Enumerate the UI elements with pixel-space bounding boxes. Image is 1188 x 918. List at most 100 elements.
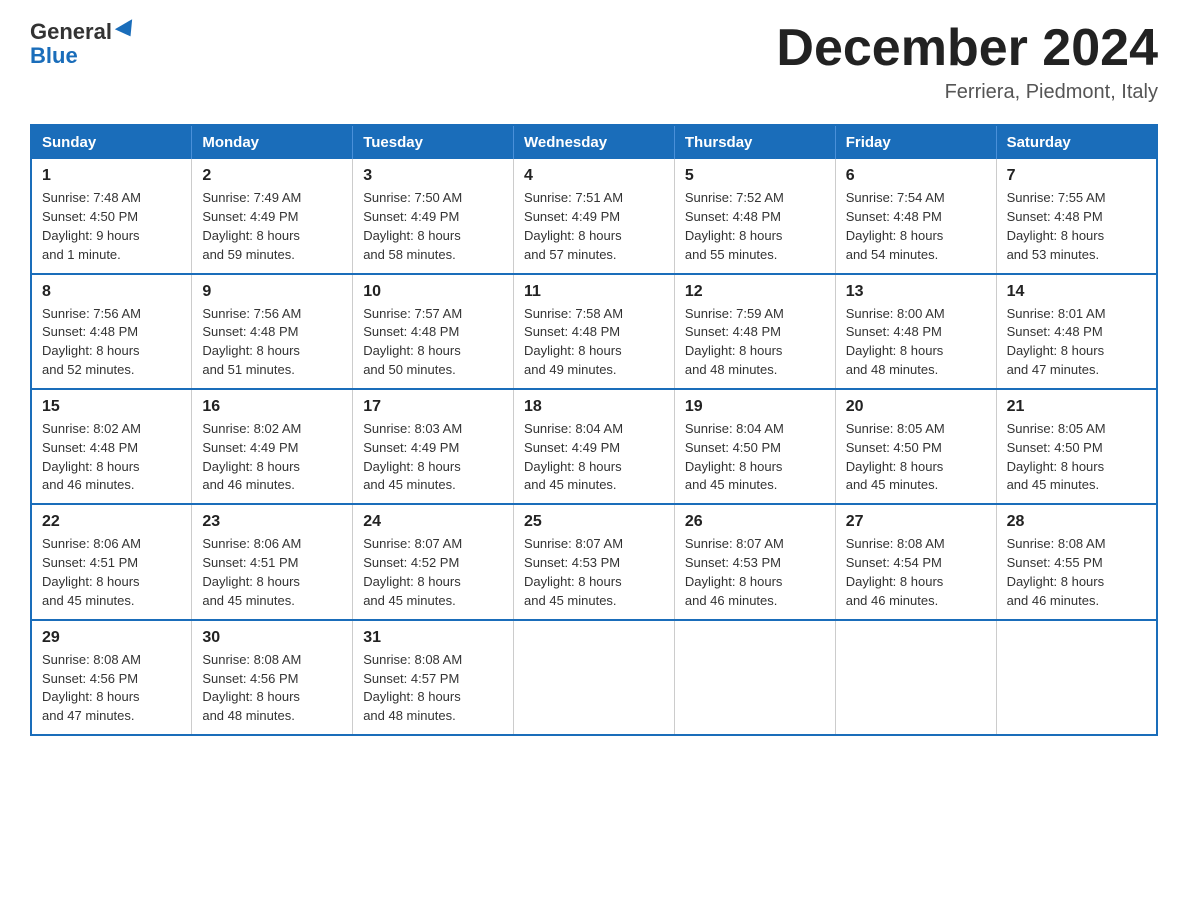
day-info: Sunrise: 8:06 AMSunset: 4:51 PMDaylight:… [202,535,342,610]
day-info: Sunrise: 7:54 AMSunset: 4:48 PMDaylight:… [846,189,986,264]
day-info: Sunrise: 8:06 AMSunset: 4:51 PMDaylight:… [42,535,181,610]
page-header: General Blue December 2024 Ferriera, Pie… [30,20,1158,104]
day-number: 2 [202,167,342,185]
day-info: Sunrise: 7:59 AMSunset: 4:48 PMDaylight:… [685,305,825,380]
day-number: 28 [1007,513,1146,531]
day-number: 1 [42,167,181,185]
day-number: 30 [202,629,342,647]
calendar-day-cell: 14 Sunrise: 8:01 AMSunset: 4:48 PMDayligh… [996,274,1157,389]
day-number: 24 [363,513,503,531]
day-info: Sunrise: 8:01 AMSunset: 4:48 PMDaylight:… [1007,305,1146,380]
day-number: 22 [42,513,181,531]
day-info: Sunrise: 8:08 AMSunset: 4:55 PMDaylight:… [1007,535,1146,610]
day-number: 11 [524,283,664,301]
day-info: Sunrise: 8:07 AMSunset: 4:53 PMDaylight:… [524,535,664,610]
calendar-week-row: 22 Sunrise: 8:06 AMSunset: 4:51 PMDayligh… [31,504,1157,619]
day-number: 14 [1007,283,1146,301]
day-info: Sunrise: 8:08 AMSunset: 4:56 PMDaylight:… [42,651,181,726]
day-info: Sunrise: 7:51 AMSunset: 4:49 PMDaylight:… [524,189,664,264]
calendar-day-cell: 16 Sunrise: 8:02 AMSunset: 4:49 PMDayligh… [192,389,353,504]
day-info: Sunrise: 7:57 AMSunset: 4:48 PMDaylight:… [363,305,503,380]
calendar-day-cell: 13Sunrise: 8:00 AMSunset: 4:48 PMDayligh… [835,274,996,389]
day-number: 31 [363,629,503,647]
day-info: Sunrise: 8:08 AMSunset: 4:57 PMDaylight:… [363,651,503,726]
weekday-header-monday: Monday [192,125,353,159]
calendar-day-cell: 31 Sunrise: 8:08 AMSunset: 4:57 PMDayligh… [353,620,514,735]
weekday-header-saturday: Saturday [996,125,1157,159]
day-info: Sunrise: 8:02 AMSunset: 4:49 PMDaylight:… [202,420,342,495]
logo-triangle-icon [115,19,139,41]
calendar-day-cell: 10Sunrise: 7:57 AMSunset: 4:48 PMDayligh… [353,274,514,389]
day-info: Sunrise: 8:02 AMSunset: 4:48 PMDaylight:… [42,420,181,495]
calendar-day-cell: 21 Sunrise: 8:05 AMSunset: 4:50 PMDayligh… [996,389,1157,504]
month-title: December 2024 [776,20,1158,77]
day-number: 17 [363,398,503,416]
day-number: 29 [42,629,181,647]
day-info: Sunrise: 8:04 AMSunset: 4:50 PMDaylight:… [685,420,825,495]
day-info: Sunrise: 8:05 AMSunset: 4:50 PMDaylight:… [846,420,986,495]
day-info: Sunrise: 8:07 AMSunset: 4:52 PMDaylight:… [363,535,503,610]
weekday-header-tuesday: Tuesday [353,125,514,159]
day-number: 5 [685,167,825,185]
day-info: Sunrise: 7:56 AMSunset: 4:48 PMDaylight:… [42,305,181,380]
calendar-day-cell: 22 Sunrise: 8:06 AMSunset: 4:51 PMDayligh… [31,504,192,619]
weekday-header-friday: Friday [835,125,996,159]
calendar-day-cell: 6 Sunrise: 7:54 AMSunset: 4:48 PMDaylight… [835,159,996,273]
day-number: 3 [363,167,503,185]
calendar-day-cell: 3Sunrise: 7:50 AMSunset: 4:49 PMDaylight… [353,159,514,273]
calendar-day-cell: 11 Sunrise: 7:58 AMSunset: 4:48 PMDayligh… [514,274,675,389]
calendar-week-row: 1 Sunrise: 7:48 AMSunset: 4:50 PMDaylight… [31,159,1157,273]
day-number: 6 [846,167,986,185]
calendar-week-row: 15 Sunrise: 8:02 AMSunset: 4:48 PMDayligh… [31,389,1157,504]
day-number: 12 [685,283,825,301]
calendar-day-cell: 17 Sunrise: 8:03 AMSunset: 4:49 PMDayligh… [353,389,514,504]
day-number: 15 [42,398,181,416]
calendar-day-cell: 4 Sunrise: 7:51 AMSunset: 4:49 PMDaylight… [514,159,675,273]
calendar-day-cell [514,620,675,735]
day-number: 20 [846,398,986,416]
day-number: 19 [685,398,825,416]
day-number: 16 [202,398,342,416]
day-number: 26 [685,513,825,531]
day-info: Sunrise: 7:52 AMSunset: 4:48 PMDaylight:… [685,189,825,264]
calendar-day-cell: 25 Sunrise: 8:07 AMSunset: 4:53 PMDayligh… [514,504,675,619]
calendar-day-cell: 12 Sunrise: 7:59 AMSunset: 4:48 PMDayligh… [674,274,835,389]
day-number: 7 [1007,167,1146,185]
calendar-week-row: 8Sunrise: 7:56 AMSunset: 4:48 PMDaylight… [31,274,1157,389]
day-info: Sunrise: 8:08 AMSunset: 4:54 PMDaylight:… [846,535,986,610]
calendar-day-cell: 26Sunrise: 8:07 AMSunset: 4:53 PMDayligh… [674,504,835,619]
location-text: Ferriera, Piedmont, Italy [776,81,1158,104]
logo-general-text: General [30,20,112,44]
calendar-day-cell: 23 Sunrise: 8:06 AMSunset: 4:51 PMDayligh… [192,504,353,619]
day-number: 9 [202,283,342,301]
calendar-day-cell: 20 Sunrise: 8:05 AMSunset: 4:50 PMDayligh… [835,389,996,504]
day-info: Sunrise: 7:56 AMSunset: 4:48 PMDaylight:… [202,305,342,380]
calendar-day-cell: 2Sunrise: 7:49 AMSunset: 4:49 PMDaylight… [192,159,353,273]
day-info: Sunrise: 7:58 AMSunset: 4:48 PMDaylight:… [524,305,664,380]
calendar-day-cell [835,620,996,735]
day-info: Sunrise: 8:08 AMSunset: 4:56 PMDaylight:… [202,651,342,726]
calendar-day-cell: 29 Sunrise: 8:08 AMSunset: 4:56 PMDayligh… [31,620,192,735]
day-info: Sunrise: 8:05 AMSunset: 4:50 PMDaylight:… [1007,420,1146,495]
day-number: 18 [524,398,664,416]
calendar-day-cell [674,620,835,735]
calendar-day-cell: 7 Sunrise: 7:55 AMSunset: 4:48 PMDaylight… [996,159,1157,273]
calendar-day-cell: 28 Sunrise: 8:08 AMSunset: 4:55 PMDayligh… [996,504,1157,619]
calendar-day-cell: 1 Sunrise: 7:48 AMSunset: 4:50 PMDaylight… [31,159,192,273]
day-number: 21 [1007,398,1146,416]
day-info: Sunrise: 7:48 AMSunset: 4:50 PMDaylight:… [42,189,181,264]
logo: General Blue [30,20,138,68]
day-info: Sunrise: 8:03 AMSunset: 4:49 PMDaylight:… [363,420,503,495]
day-number: 4 [524,167,664,185]
day-info: Sunrise: 7:55 AMSunset: 4:48 PMDaylight:… [1007,189,1146,264]
day-number: 27 [846,513,986,531]
calendar-day-cell: 8Sunrise: 7:56 AMSunset: 4:48 PMDaylight… [31,274,192,389]
calendar-day-cell: 15 Sunrise: 8:02 AMSunset: 4:48 PMDayligh… [31,389,192,504]
weekday-header-thursday: Thursday [674,125,835,159]
calendar-day-cell: 5 Sunrise: 7:52 AMSunset: 4:48 PMDaylight… [674,159,835,273]
calendar-day-cell: 30 Sunrise: 8:08 AMSunset: 4:56 PMDayligh… [192,620,353,735]
day-number: 25 [524,513,664,531]
calendar-week-row: 29 Sunrise: 8:08 AMSunset: 4:56 PMDayligh… [31,620,1157,735]
day-number: 23 [202,513,342,531]
day-number: 13 [846,283,986,301]
